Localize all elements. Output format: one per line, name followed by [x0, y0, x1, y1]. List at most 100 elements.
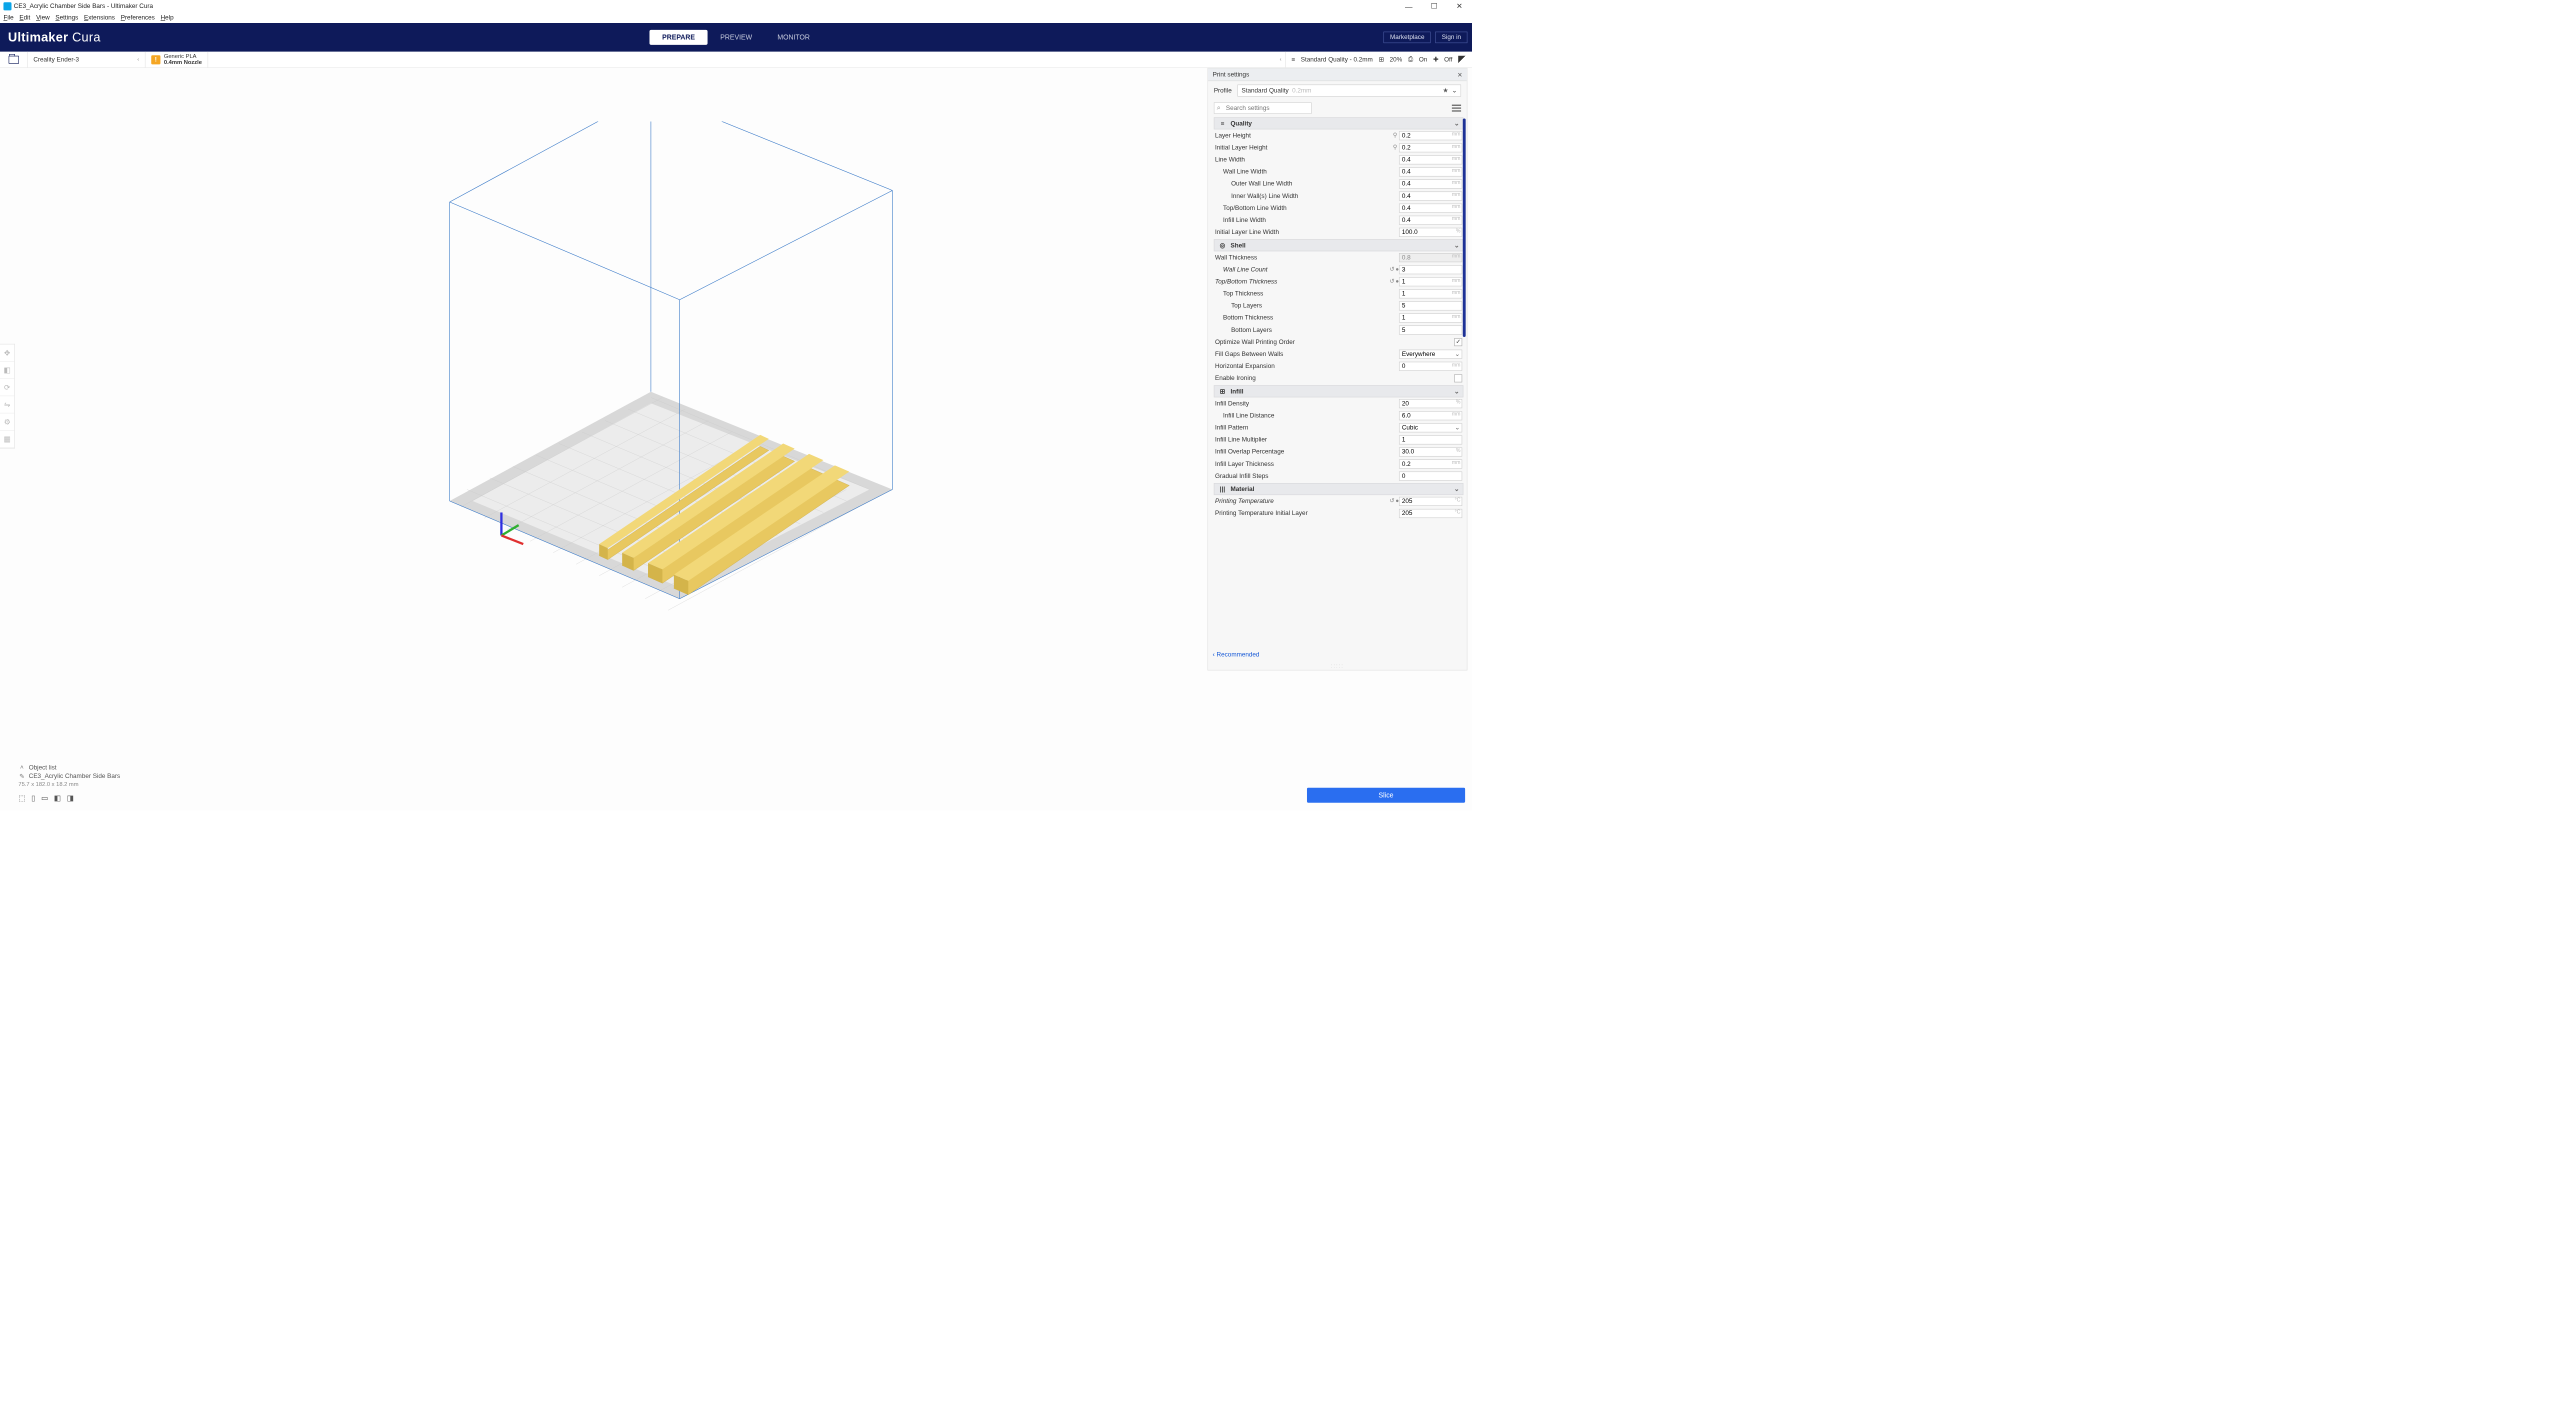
chevron-left-icon[interactable]: ‹ [1280, 56, 1282, 62]
panel-title: Print settings [1213, 71, 1250, 78]
material-selector[interactable]: ! Generic PLA0.4mm Nozzle [145, 51, 208, 67]
top-layers-input[interactable] [1399, 301, 1462, 310]
signin-button[interactable]: Sign in [1435, 32, 1467, 44]
support-blocker-tool[interactable]: ▦ [0, 431, 14, 448]
recommended-link[interactable]: Recommended [1213, 651, 1260, 658]
enable-ironing-checkbox[interactable] [1454, 374, 1462, 382]
link-icon[interactable]: ⚲ [1391, 144, 1399, 150]
bottom-layers-input[interactable] [1399, 325, 1462, 334]
infill-pattern-select[interactable]: Cubic [1399, 423, 1462, 432]
setting-top-layers: Top Layers [1214, 300, 1464, 312]
setting-outer-wall-line-width: Outer Wall Line Widthmm [1214, 178, 1464, 190]
optimize-wall-order-checkbox[interactable]: ✓ [1454, 338, 1462, 346]
stage-tabs: PREPARE PREVIEW MONITOR [649, 30, 822, 45]
setting-infill-density: Infill Density% [1214, 397, 1464, 409]
profile-label: Profile [1214, 87, 1232, 94]
reset-icon[interactable]: ↺ [1390, 278, 1395, 284]
initial-layer-line-width-input[interactable] [1399, 227, 1462, 236]
slice-button[interactable]: Slice [1307, 788, 1465, 803]
gradual-infill-steps-input[interactable] [1399, 471, 1462, 480]
folder-icon [8, 55, 18, 63]
setting-horizontal-expansion: Horizontal Expansionmm [1214, 360, 1464, 372]
minimize-button[interactable]: — [1396, 0, 1421, 13]
summary-adhesion: Off [1444, 56, 1452, 63]
close-panel-button[interactable]: × [1458, 70, 1463, 79]
setting-layer-height: Layer Height⚲mm [1214, 129, 1464, 141]
link-icon[interactable]: ⚲ [1391, 132, 1399, 138]
view-front-icon[interactable]: ▯ [31, 794, 35, 803]
view-3d-icon[interactable]: ⬚ [18, 794, 25, 803]
category-quality[interactable]: ≡Quality⌄ [1214, 117, 1464, 129]
profile-selector[interactable]: Standard Quality 0.2mm ★ ⌄ [1238, 85, 1462, 97]
maximize-button[interactable]: ☐ [1421, 0, 1446, 13]
build-volume [260, 121, 950, 696]
printing-temp-initial-input[interactable] [1399, 509, 1462, 518]
chevron-down-icon: ⌄ [1454, 120, 1459, 127]
close-window-button[interactable]: ✕ [1447, 0, 1472, 13]
menu-file[interactable]: File [3, 14, 13, 21]
mirror-tool[interactable]: ⇋ [0, 396, 14, 413]
fill-gaps-select[interactable]: Everywhere [1399, 349, 1462, 358]
category-material[interactable]: |||Material⌄ [1214, 483, 1464, 495]
setting-infill-overlap-pct: Infill Overlap Percentage% [1214, 446, 1464, 458]
setting-topbottom-line-width: Top/Bottom Line Widthmm [1214, 202, 1464, 214]
adhesion-icon: ✚ [1433, 56, 1438, 63]
setting-line-width: Line Widthmm [1214, 154, 1464, 166]
setting-optimize-wall-order: Optimize Wall Printing Order✓ [1214, 336, 1464, 348]
printing-temp-input[interactable] [1399, 497, 1462, 506]
object-name: CE3_Acrylic Chamber Side Bars [29, 773, 120, 780]
per-model-tool[interactable]: ⚙ [0, 413, 14, 430]
tab-preview[interactable]: PREVIEW [708, 30, 765, 45]
marketplace-button[interactable]: Marketplace [1384, 32, 1431, 44]
quality-icon: ≡ [1218, 120, 1227, 127]
menu-edit[interactable]: Edit [19, 14, 30, 21]
setting-printing-temp-initial: Printing Temperature Initial Layer°C [1214, 507, 1464, 519]
profile-value: Standard Quality [1242, 87, 1289, 94]
view-top-icon[interactable]: ▭ [41, 794, 48, 803]
infill-line-multiplier-input[interactable] [1399, 435, 1462, 444]
summary-infill: 20% [1390, 56, 1403, 63]
reset-icon[interactable]: ↺ [1390, 266, 1395, 272]
reset-icon[interactable]: ↺ [1390, 498, 1395, 504]
view-right-icon[interactable]: ◨ [67, 794, 74, 803]
infill-icon: ⊞ [1218, 388, 1227, 395]
settings-scroll[interactable]: ≡Quality⌄ Layer Height⚲mm Initial Layer … [1208, 116, 1467, 647]
infill-overlap-input[interactable] [1399, 447, 1462, 456]
setting-initial-layer-height: Initial Layer Height⚲mm [1214, 141, 1464, 153]
wall-line-count-input[interactable] [1399, 265, 1462, 274]
setting-inner-wall-line-width: Inner Wall(s) Line Widthmm [1214, 190, 1464, 202]
search-settings-input[interactable] [1214, 102, 1312, 114]
shell-icon: ◎ [1218, 242, 1227, 249]
viewport-3d[interactable]: ✥ ◧ ⟳ ⇋ ⚙ ▦ ˄Object list ✎CE3_Acrylic Ch… [0, 68, 1209, 811]
print-summary[interactable]: ≡ Standard Quality - 0.2mm ⊞20% ⎙On ✚Off [1285, 51, 1472, 67]
category-infill[interactable]: ⊞Infill⌄ [1214, 385, 1464, 397]
view-left-icon[interactable]: ◧ [54, 794, 61, 803]
object-entry[interactable]: ✎CE3_Acrylic Chamber Side Bars [18, 773, 120, 780]
app-icon [3, 2, 11, 10]
menu-settings[interactable]: Settings [55, 14, 78, 21]
menu-preferences[interactable]: Preferences [121, 14, 155, 21]
move-tool[interactable]: ✥ [0, 344, 14, 361]
category-shell[interactable]: ◎Shell⌄ [1214, 239, 1464, 251]
object-list: ˄Object list ✎CE3_Acrylic Chamber Side B… [18, 762, 120, 802]
printer-selector[interactable]: Creality Ender-3 ‹ [28, 51, 146, 67]
scale-tool[interactable]: ◧ [0, 362, 14, 379]
config-strip: Creality Ender-3 ‹ ! Generic PLA0.4mm No… [0, 52, 1472, 68]
summary-support: On [1419, 56, 1427, 63]
rotate-tool[interactable]: ⟳ [0, 379, 14, 396]
infill-icon: ⊞ [1379, 56, 1384, 63]
panel-resize-grip[interactable]: ::::: [1208, 663, 1467, 670]
setting-infill-line-width: Infill Line Widthmm [1214, 214, 1464, 226]
menu-help[interactable]: Help [161, 14, 174, 21]
menu-view[interactable]: View [36, 14, 50, 21]
settings-visibility-button[interactable] [1452, 105, 1461, 112]
object-list-toggle[interactable]: ˄Object list [18, 764, 120, 771]
chevron-down-icon: ⌄ [1454, 485, 1459, 492]
edit-icon[interactable] [1458, 55, 1466, 63]
menu-extensions[interactable]: Extensions [84, 14, 115, 21]
open-file-button[interactable] [0, 51, 28, 67]
window-title: CE3_Acrylic Chamber Side Bars - Ultimake… [14, 3, 153, 10]
tab-monitor[interactable]: MONITOR [765, 30, 823, 45]
infill-density-input[interactable] [1399, 399, 1462, 408]
tab-prepare[interactable]: PREPARE [649, 30, 707, 45]
